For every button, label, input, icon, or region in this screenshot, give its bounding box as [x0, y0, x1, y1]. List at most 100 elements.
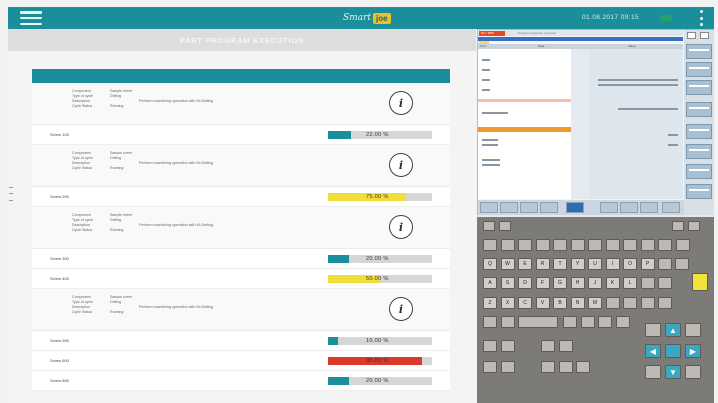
key-h[interactable]: H [570, 277, 585, 289]
key-symbol[interactable] [675, 239, 690, 251]
key-function[interactable] [685, 323, 701, 337]
hmi-alert-row[interactable] [478, 99, 571, 102]
key-l[interactable]: L [623, 277, 637, 289]
arrow-down-icon[interactable]: ▼ [665, 365, 681, 379]
key-g[interactable]: G [553, 277, 567, 289]
key-n[interactable]: N [570, 297, 585, 309]
arrow-center-key[interactable] [665, 344, 681, 358]
key-v[interactable]: V [535, 297, 550, 309]
key-function[interactable] [645, 323, 661, 337]
key-symbol[interactable] [658, 277, 672, 289]
key-function[interactable] [685, 365, 701, 379]
key-m[interactable]: M [588, 297, 602, 309]
kebab-icon[interactable] [698, 10, 704, 26]
list-item[interactable]: Screw 200 75.00 % [32, 187, 450, 207]
key-symbol[interactable] [535, 239, 550, 251]
hmi-hsoftkey-3[interactable] [520, 202, 538, 213]
key-function[interactable] [558, 340, 573, 352]
key-function[interactable] [576, 361, 590, 373]
key-symbol[interactable] [640, 277, 655, 289]
key-symbol[interactable] [640, 297, 655, 309]
key-u[interactable]: U [588, 258, 602, 270]
hmi-hsoftkey-7[interactable] [620, 202, 638, 213]
hmi-softkey-7[interactable] [686, 164, 712, 179]
key-symbol[interactable] [640, 239, 655, 251]
key-r[interactable]: R [535, 258, 550, 270]
key-symbol[interactable] [553, 239, 567, 251]
key-symbol[interactable] [605, 297, 620, 309]
hmi-icon[interactable] [687, 32, 696, 39]
hmi-softkey-5[interactable] [686, 124, 712, 139]
key-function[interactable] [483, 221, 495, 231]
key-i[interactable]: I [605, 258, 620, 270]
key-k[interactable]: K [605, 277, 620, 289]
key-function[interactable] [483, 361, 497, 373]
arrow-left-icon[interactable]: ◀ [645, 344, 661, 358]
key-e[interactable]: E [518, 258, 532, 270]
info-icon[interactable]: i [389, 91, 413, 115]
key-function[interactable] [518, 316, 558, 328]
list-item[interactable]: Screw 100 22.00 % [32, 125, 450, 145]
hmi-softkey-2[interactable] [686, 62, 712, 77]
list-item[interactable]: Screw 800 20.00 % [32, 371, 450, 391]
key-q[interactable]: Q [483, 258, 497, 270]
list-item[interactable]: Screw 500 10.00 % [32, 331, 450, 351]
hmi-hsoftkey-8[interactable] [640, 202, 658, 213]
key-s[interactable]: S [500, 277, 515, 289]
key-function[interactable] [563, 316, 577, 328]
hmi-selected-row[interactable] [478, 127, 571, 132]
info-icon[interactable]: i [389, 153, 413, 177]
hmi-softkey-1[interactable] [686, 44, 712, 59]
arrow-right-icon[interactable]: ▶ [685, 344, 701, 358]
key-symbol[interactable] [588, 239, 602, 251]
hmi-hsoftkey-4[interactable] [540, 202, 558, 213]
key-function[interactable] [500, 361, 515, 373]
hmi-hsoftkey-6[interactable] [600, 202, 618, 213]
hmi-hsoftkey-5[interactable] [566, 202, 584, 213]
key-function[interactable] [598, 316, 612, 328]
key-highlight[interactable] [692, 273, 708, 291]
key-function[interactable] [541, 340, 555, 352]
key-symbol[interactable] [483, 239, 497, 251]
key-j[interactable]: J [588, 277, 602, 289]
key-function[interactable] [615, 316, 630, 328]
key-symbol[interactable] [675, 258, 689, 270]
hamburger-icon[interactable] [20, 11, 42, 25]
key-symbol[interactable] [500, 239, 515, 251]
list-item[interactable]: Screw 600 90.00 % [32, 351, 450, 371]
key-symbol[interactable] [658, 239, 672, 251]
key-a[interactable]: A [483, 277, 497, 289]
key-function[interactable] [500, 340, 515, 352]
hmi-softkey-4[interactable] [686, 102, 712, 117]
hmi-softkey-3[interactable] [686, 80, 712, 95]
hmi-icon[interactable] [700, 32, 709, 39]
hmi-hsoftkey-9[interactable] [662, 202, 680, 213]
key-function[interactable] [688, 221, 700, 231]
key-y[interactable]: Y [570, 258, 585, 270]
list-item[interactable]: Screw 400 50.00 % [32, 269, 450, 289]
hmi-hsoftkey-1[interactable] [480, 202, 498, 213]
key-function[interactable] [558, 361, 573, 373]
key-z[interactable]: Z [483, 297, 497, 309]
key-function[interactable] [499, 221, 511, 231]
key-symbol[interactable] [605, 239, 620, 251]
key-symbol[interactable] [623, 297, 637, 309]
arrow-up-icon[interactable]: ▲ [665, 323, 681, 337]
key-d[interactable]: D [518, 277, 532, 289]
info-icon[interactable]: i [389, 297, 413, 321]
key-function[interactable] [580, 316, 595, 328]
key-t[interactable]: T [553, 258, 567, 270]
key-function[interactable] [645, 365, 661, 379]
key-x[interactable]: X [500, 297, 515, 309]
key-symbol[interactable] [518, 239, 532, 251]
key-function[interactable] [500, 316, 515, 328]
key-function[interactable] [672, 221, 684, 231]
key-function[interactable] [483, 340, 497, 352]
hmi-softkey-8[interactable] [686, 184, 712, 199]
key-symbol[interactable] [570, 239, 585, 251]
key-function[interactable] [541, 361, 555, 373]
key-f[interactable]: F [535, 277, 550, 289]
info-icon[interactable]: i [389, 215, 413, 239]
hmi-softkey-6[interactable] [686, 144, 712, 159]
key-o[interactable]: O [623, 258, 637, 270]
